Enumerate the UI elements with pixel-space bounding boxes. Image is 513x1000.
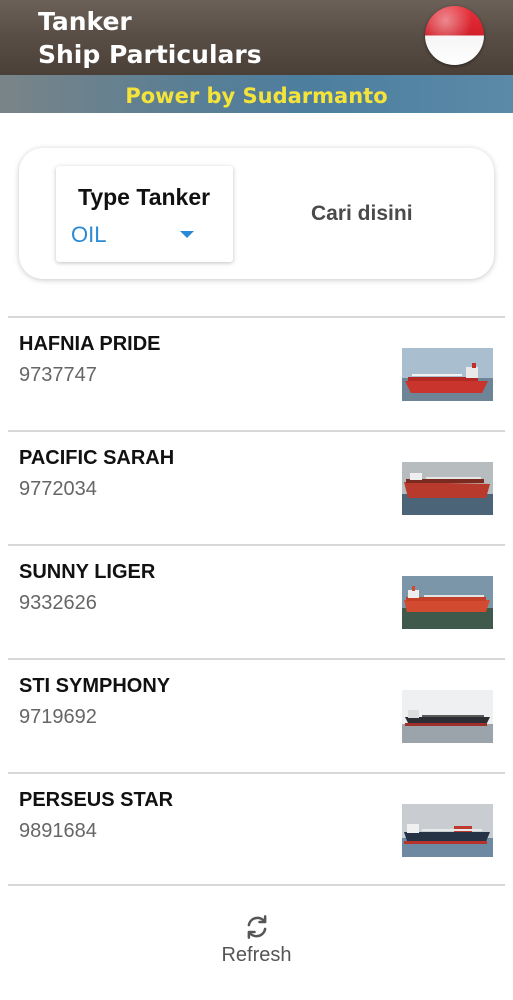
indonesia-flag-icon[interactable] xyxy=(425,6,484,65)
type-tanker-label: Type Tanker xyxy=(78,184,211,210)
ship-thumbnail xyxy=(402,804,493,857)
app-header: Tanker Ship Particulars xyxy=(0,0,513,75)
ship-thumbnail xyxy=(402,690,493,743)
refresh-label: Refresh xyxy=(221,944,292,966)
refresh-button[interactable]: Refresh xyxy=(0,912,513,982)
list-item[interactable]: SUNNY LIGER 9332626 xyxy=(8,544,505,658)
search-input[interactable]: Cari disini xyxy=(311,202,413,226)
list-item[interactable]: STI SYMPHONY 9719692 xyxy=(8,658,505,772)
ship-thumbnail xyxy=(402,576,493,629)
ship-name: STI SYMPHONY xyxy=(19,675,171,697)
ship-thumbnail xyxy=(402,462,493,515)
ship-imo: 9719692 xyxy=(19,706,97,728)
ship-imo: 9891684 xyxy=(19,820,97,842)
refresh-icon xyxy=(247,915,266,939)
app-title: Tanker Ship Particulars xyxy=(38,5,262,71)
list-item[interactable]: PERSEUS STAR 9891684 xyxy=(8,772,505,886)
list-item[interactable]: HAFNIA PRIDE 9737747 xyxy=(8,316,505,430)
list-item[interactable]: PACIFIC SARAH 9772034 xyxy=(8,430,505,544)
ship-name: PERSEUS STAR xyxy=(19,789,174,811)
ship-name: HAFNIA PRIDE xyxy=(19,333,161,355)
filter-card: Type Tanker OIL Cari disini xyxy=(19,148,494,279)
app-title-line2: Ship Particulars xyxy=(38,40,262,69)
ship-imo: 9772034 xyxy=(19,478,97,500)
type-tanker-value: OIL xyxy=(71,222,107,247)
app-title-line1: Tanker xyxy=(38,7,132,36)
credit-banner: Power by Sudarmanto xyxy=(0,75,513,113)
ship-imo: 9332626 xyxy=(19,592,97,614)
ship-name: PACIFIC SARAH xyxy=(19,447,175,469)
chevron-down-icon xyxy=(180,231,194,238)
credit-banner-text: Power by Sudarmanto xyxy=(125,84,388,108)
ship-imo: 9737747 xyxy=(19,364,97,386)
ship-name: SUNNY LIGER xyxy=(19,561,156,583)
ship-list: HAFNIA PRIDE 9737747 PACIFIC SARAH 97720… xyxy=(8,316,505,886)
ship-thumbnail xyxy=(402,348,493,401)
type-tanker-dropdown[interactable]: Type Tanker OIL xyxy=(56,166,233,262)
